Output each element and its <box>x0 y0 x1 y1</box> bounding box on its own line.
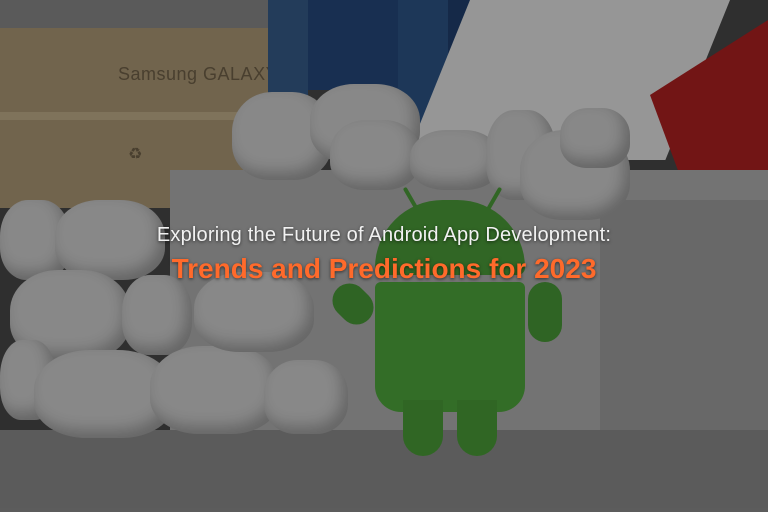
headline-subtitle: Exploring the Future of Android App Deve… <box>156 224 612 246</box>
hero-banner: Samsung GALAXY ♻ Exploring the Future of… <box>0 0 768 512</box>
headline-title: Trends and Predictions for 2023 <box>171 253 597 284</box>
headline: Exploring the Future of Android App Deve… <box>0 224 768 285</box>
